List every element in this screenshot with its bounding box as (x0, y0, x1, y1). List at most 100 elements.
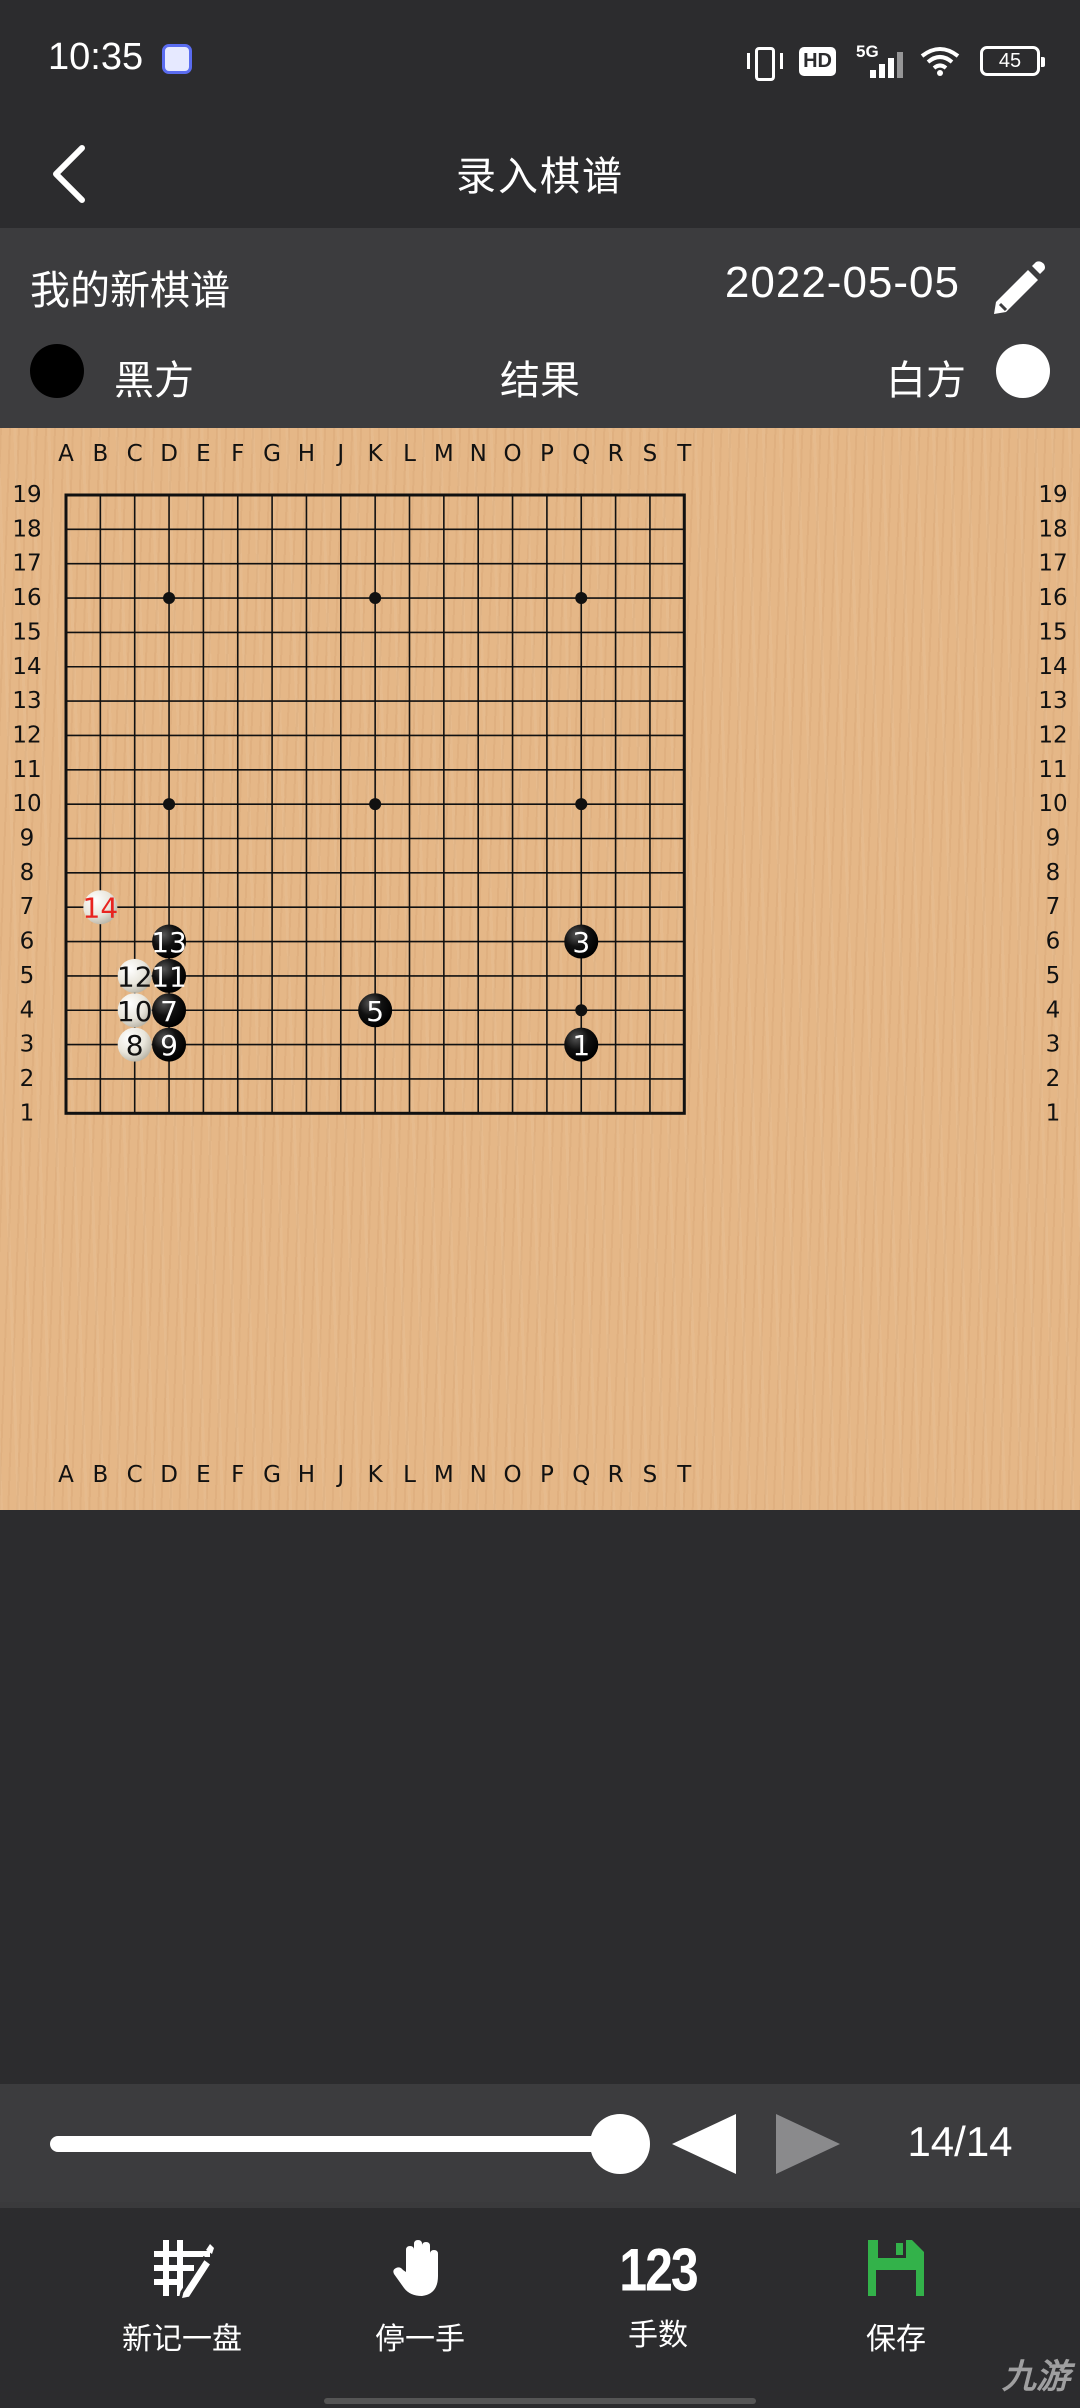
row-label-left: 13 (12, 688, 41, 714)
move-number-label: 12 (117, 960, 153, 993)
home-indicator[interactable] (324, 2398, 756, 2404)
column-label-top: O (503, 441, 521, 467)
status-icons: HD 5G 45 (745, 42, 1045, 81)
row-label-right: 7 (1046, 894, 1061, 920)
row-label-right: 10 (1038, 791, 1067, 817)
column-label-bottom: C (127, 1462, 143, 1488)
wifi-icon (920, 47, 960, 76)
column-label-bottom: K (368, 1462, 384, 1488)
star-point (163, 798, 176, 811)
hd-badge: HD (799, 46, 836, 76)
new-game-button[interactable]: 新记一盘 (82, 2228, 282, 2388)
row-label-left: 1 (20, 1100, 35, 1126)
status-bar: 10:35 HD 5G 45 (0, 0, 1080, 120)
record-name[interactable]: 我的新棋谱 (30, 258, 230, 316)
next-move-icon[interactable] (768, 2108, 848, 2180)
move-counter: 14/14 (907, 2118, 1013, 2165)
row-label-left: 5 (20, 963, 35, 989)
save-label: 保存 (866, 2323, 926, 2356)
column-label-bottom: Q (572, 1462, 590, 1488)
row-label-right: 9 (1046, 826, 1061, 852)
row-label-right: 13 (1038, 688, 1067, 714)
star-point (575, 1004, 588, 1017)
row-label-right: 16 (1038, 585, 1067, 611)
hand-icon (393, 2240, 438, 2296)
column-label-bottom: T (676, 1462, 692, 1488)
column-label-top: S (643, 441, 658, 467)
network-type: 5G (856, 42, 879, 61)
column-label-bottom: H (298, 1462, 315, 1488)
move-number-label: 8 (126, 1029, 144, 1062)
column-label-bottom: F (231, 1462, 244, 1488)
row-label-left: 17 (12, 551, 41, 577)
move-number-label: 11 (151, 960, 187, 993)
row-label-left: 11 (12, 757, 41, 783)
column-label-bottom: R (608, 1462, 624, 1488)
battery-icon: 45 (980, 46, 1045, 76)
move-number-label: 13 (151, 926, 187, 959)
column-label-bottom: J (335, 1462, 344, 1488)
move-number-label: 3 (572, 926, 590, 959)
column-label-top: T (676, 441, 692, 467)
row-label-right: 4 (1046, 997, 1061, 1023)
row-label-right: 1 (1046, 1100, 1061, 1126)
move-slider-track[interactable] (50, 2136, 620, 2152)
vibrate-icon (745, 45, 784, 81)
column-label-top: G (263, 441, 281, 467)
status-time: 10:35 (48, 36, 144, 78)
record-date[interactable]: 2022-05-05 (725, 258, 960, 308)
move-numbers-label: 手数 (628, 2319, 688, 2352)
column-label-top: Q (572, 441, 590, 467)
empty-area (0, 1510, 1080, 2084)
row-label-right: 3 (1046, 1032, 1061, 1058)
row-label-left: 18 (12, 516, 41, 542)
column-label-top: A (58, 441, 74, 467)
new-board-edit-icon (154, 2240, 214, 2300)
column-label-bottom: G (263, 1462, 281, 1488)
move-numbers-button[interactable]: 123 手数 (558, 2228, 758, 2388)
save-button[interactable]: 保存 (796, 2228, 996, 2388)
row-label-left: 16 (12, 585, 41, 611)
new-game-label: 新记一盘 (122, 2323, 242, 2356)
app-bar: 录入棋谱 (0, 120, 1080, 228)
move-numbers-icon: 123 (619, 2236, 698, 2304)
row-label-right: 6 (1046, 929, 1061, 955)
row-label-right: 12 (1038, 722, 1067, 748)
row-label-right: 11 (1038, 757, 1067, 783)
row-label-right: 19 (1038, 482, 1067, 508)
cell-signal-icon: 5G (856, 42, 903, 78)
column-label-top: M (434, 441, 454, 467)
row-label-left: 6 (20, 929, 35, 955)
move-number-label: 1 (572, 1029, 590, 1062)
notification-app-icon (162, 44, 192, 74)
column-label-top: J (335, 441, 344, 467)
column-label-top: P (540, 441, 554, 467)
go-board[interactable]: A A B B C C D D E E F F G G H H J J K K L L M M N N O O P P Q Q R R S S T T 19… (0, 428, 1080, 1510)
column-label-bottom: E (196, 1462, 211, 1488)
row-label-left: 3 (20, 1032, 35, 1058)
previous-move-icon[interactable] (664, 2108, 744, 2180)
column-label-bottom: A (58, 1462, 74, 1488)
column-label-top: L (403, 441, 416, 467)
move-number-label: 7 (160, 995, 178, 1028)
row-label-right: 5 (1046, 963, 1061, 989)
edit-pencil-icon[interactable] (982, 252, 1052, 322)
star-point (369, 798, 382, 811)
white-player-label[interactable]: 白方 (886, 348, 966, 406)
go-board-grid[interactable]: AABBCCDDEEFFGGHHJJKKLLMMNNOOPPQQRRSSTT19… (0, 428, 1080, 1510)
star-point (163, 592, 176, 605)
column-label-bottom: N (470, 1462, 487, 1488)
pass-button[interactable]: 停一手 (320, 2228, 520, 2388)
column-label-bottom: B (92, 1462, 108, 1488)
column-label-bottom: D (160, 1462, 178, 1488)
move-number-label: 14 (83, 892, 119, 925)
save-floppy-icon (868, 2240, 924, 2296)
move-slider-thumb[interactable] (590, 2114, 650, 2174)
column-label-top: B (92, 441, 108, 467)
playback-controls: 14/14 (0, 2084, 1080, 2202)
column-label-bottom: O (503, 1462, 521, 1488)
star-point (575, 798, 588, 811)
watermark-logo: 九游 (1002, 2358, 1070, 2396)
row-label-left: 9 (20, 826, 35, 852)
star-point (575, 592, 588, 605)
